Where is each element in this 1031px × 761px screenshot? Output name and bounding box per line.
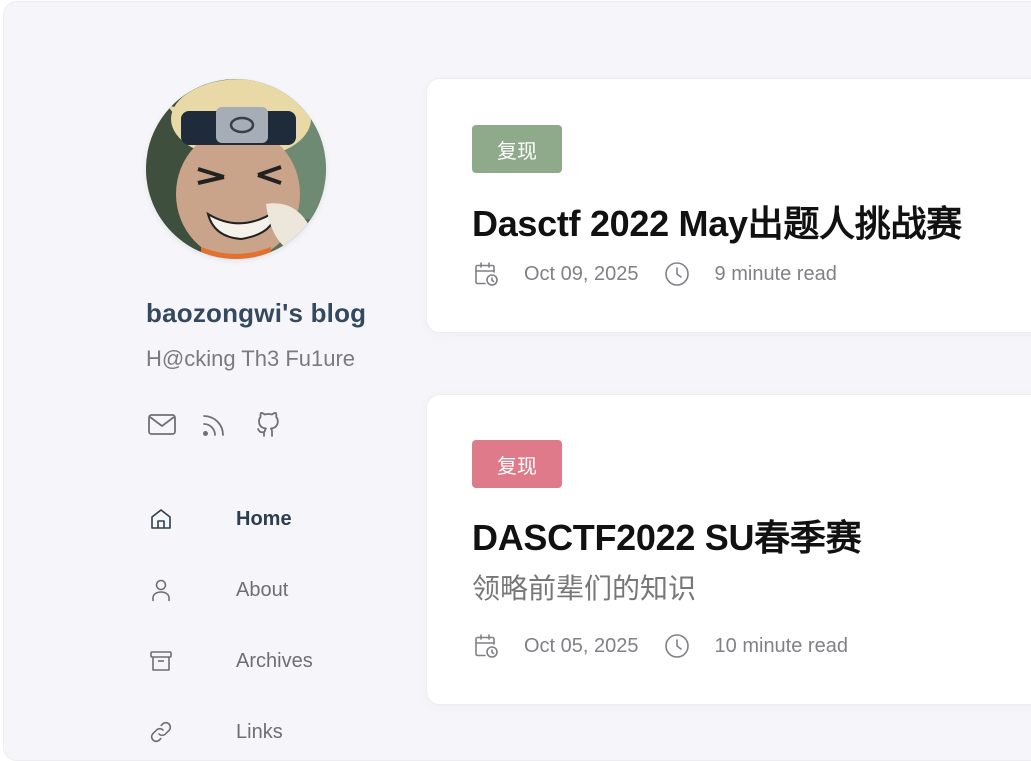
link-icon: [148, 719, 174, 745]
site-title[interactable]: baozongwi's blog: [146, 298, 366, 329]
post-title[interactable]: Dasctf 2022 May出题人挑战赛: [472, 195, 962, 247]
nav-label: Home: [236, 507, 292, 530]
mail-icon[interactable]: [146, 408, 178, 440]
github-icon[interactable]: [252, 408, 284, 440]
clock-icon: [663, 260, 691, 288]
avatar[interactable]: [146, 79, 326, 259]
post-date: Oct 05, 2025: [524, 634, 639, 657]
archive-icon: [148, 648, 174, 674]
home-icon: [148, 506, 174, 532]
rss-icon[interactable]: [199, 408, 231, 440]
post-tag[interactable]: 复现: [472, 440, 562, 488]
post-tag[interactable]: 复现: [472, 125, 562, 173]
post-date: Oct 09, 2025: [524, 262, 639, 285]
post-meta: Oct 09, 2025 9 minute read: [472, 260, 837, 288]
nav-label: Archives: [236, 649, 313, 672]
post-read-time: 9 minute read: [714, 262, 837, 285]
nav-label: Links: [236, 720, 283, 743]
post-meta: Oct 05, 2025 10 minute read: [472, 632, 848, 660]
post-excerpt: 领略前辈们的知识: [472, 573, 697, 604]
post-title[interactable]: DASCTF2022 SU春季赛: [472, 509, 862, 561]
calendar-icon: [472, 632, 500, 660]
clock-icon: [663, 632, 691, 660]
post-card: 复现 Dasctf 2022 May出题人挑战赛 Oct 09, 2025 9 …: [426, 78, 1031, 333]
avatar-image: [146, 79, 326, 259]
social-links: [146, 408, 284, 440]
sidebar: baozongwi's blog H@cking Th3 Fu1ure Home…: [4, 2, 424, 745]
post-read-time: 10 minute read: [714, 634, 848, 657]
post-card: 复现 DASCTF2022 SU春季赛 领略前辈们的知识 Oct 05, 202…: [426, 394, 1031, 705]
page-frame: baozongwi's blog H@cking Th3 Fu1ure Home…: [3, 1, 1031, 761]
user-icon: [148, 577, 174, 603]
site-subtitle: H@cking Th3 Fu1ure: [146, 346, 356, 371]
nav-label: About: [236, 578, 289, 601]
calendar-icon: [472, 260, 500, 288]
